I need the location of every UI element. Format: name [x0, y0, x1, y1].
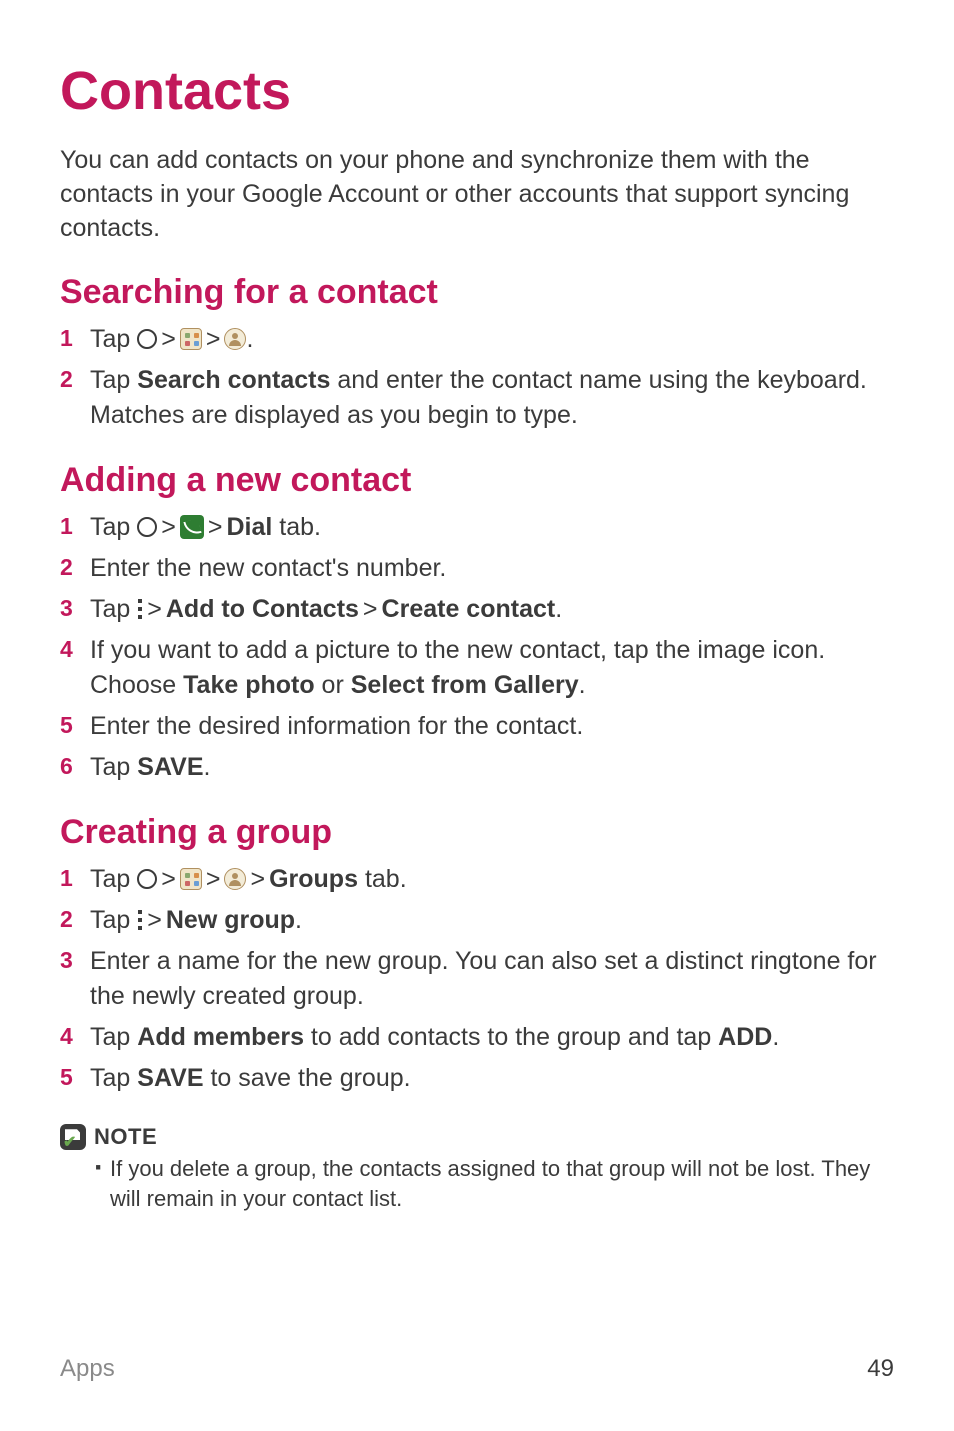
step-item: If you want to add a picture to the new …: [60, 633, 894, 703]
step-item: Tap > >.: [60, 322, 894, 357]
step-item: Enter a name for the new group. You can …: [60, 944, 894, 1014]
bold-term: Add to Contacts: [166, 595, 359, 623]
chevron-right-icon: >: [143, 906, 166, 934]
bold-term: Dial: [226, 513, 272, 541]
step-text: to add contacts to the group and tap: [304, 1023, 718, 1051]
note-list: If you delete a group, the contacts assi…: [60, 1154, 894, 1213]
step-text: Tap: [90, 753, 137, 781]
step-item: Enter the new contact's number.: [60, 551, 894, 586]
section-adding-heading: Adding a new contact: [60, 461, 894, 500]
chevron-right-icon: >: [204, 513, 227, 541]
step-text: .: [204, 753, 211, 781]
note-item: If you delete a group, the contacts assi…: [94, 1154, 894, 1213]
bold-term: SAVE: [137, 1064, 203, 1092]
page-footer: Apps 49: [60, 1355, 894, 1383]
page-title: Contacts: [60, 60, 894, 122]
step-item: Tap Add members to add contacts to the g…: [60, 1020, 894, 1055]
contacts-icon: [224, 868, 246, 890]
step-item: Tap >>>Groups tab.: [60, 862, 894, 897]
overflow-menu-icon: [137, 909, 143, 931]
bold-term: Add members: [137, 1023, 304, 1051]
step-text: Tap: [90, 1064, 137, 1092]
step-item: Tap SAVE to save the group.: [60, 1061, 894, 1096]
step-item: Tap Search contacts and enter the contac…: [60, 363, 894, 433]
step-text: Tap: [90, 865, 137, 893]
step-text: tab.: [358, 865, 407, 893]
step-text: .: [295, 906, 302, 934]
overflow-menu-icon: [137, 598, 143, 620]
intro-text: You can add contacts on your phone and s…: [60, 144, 894, 245]
note-icon: [60, 1124, 86, 1150]
chevron-right-icon: >: [157, 325, 180, 353]
step-text: Tap: [90, 366, 137, 394]
steps-searching: Tap > >. Tap Search contacts and enter th…: [60, 322, 894, 433]
step-item: Tap >New group.: [60, 903, 894, 938]
step-text: Tap: [90, 1023, 137, 1051]
chevron-right-icon: >: [359, 595, 382, 623]
step-text: Tap: [90, 595, 137, 623]
bold-term: New group: [166, 906, 295, 934]
step-item: Tap >>Dial tab.: [60, 510, 894, 545]
bold-term: ADD: [718, 1023, 772, 1051]
home-icon: [137, 517, 157, 537]
chevron-right-icon: >: [157, 513, 180, 541]
chevron-right-icon: >: [202, 865, 225, 893]
step-text: Tap: [90, 325, 137, 353]
contacts-icon: [224, 328, 246, 350]
apps-icon: [180, 868, 202, 890]
note-header: NOTE: [60, 1124, 894, 1150]
home-icon: [137, 329, 157, 349]
section-searching-heading: Searching for a contact: [60, 273, 894, 312]
home-icon: [137, 869, 157, 889]
chevron-right-icon: >: [202, 325, 225, 353]
bold-term: Select from Gallery: [351, 671, 579, 699]
note-box: NOTE If you delete a group, the contacts…: [60, 1124, 894, 1213]
bold-term: SAVE: [137, 753, 203, 781]
bold-term: Groups: [269, 865, 358, 893]
chevron-right-icon: >: [143, 595, 166, 623]
step-item: Enter the desired information for the co…: [60, 709, 894, 744]
bold-term: Create contact: [382, 595, 556, 623]
step-text: or: [315, 671, 351, 699]
footer-page-number: 49: [867, 1355, 894, 1383]
phone-icon: [180, 515, 204, 539]
footer-section: Apps: [60, 1355, 115, 1383]
note-label: NOTE: [94, 1124, 157, 1150]
steps-adding: Tap >>Dial tab. Enter the new contact's …: [60, 510, 894, 785]
step-text: .: [246, 325, 253, 353]
chevron-right-icon: >: [246, 865, 269, 893]
step-item: Tap >Add to Contacts>Create contact.: [60, 592, 894, 627]
step-text: tab.: [272, 513, 321, 541]
bold-term: Take photo: [183, 671, 314, 699]
section-group-heading: Creating a group: [60, 813, 894, 852]
step-text: Tap: [90, 906, 137, 934]
step-text: .: [555, 595, 562, 623]
step-text: to save the group.: [204, 1064, 411, 1092]
step-text: .: [772, 1023, 779, 1051]
steps-group: Tap >>>Groups tab. Tap >New group. Enter…: [60, 862, 894, 1096]
step-item: Tap SAVE.: [60, 750, 894, 785]
step-text: Tap: [90, 513, 137, 541]
bold-term: Search contacts: [137, 366, 330, 394]
step-text: .: [579, 671, 586, 699]
chevron-right-icon: >: [157, 865, 180, 893]
apps-icon: [180, 328, 202, 350]
